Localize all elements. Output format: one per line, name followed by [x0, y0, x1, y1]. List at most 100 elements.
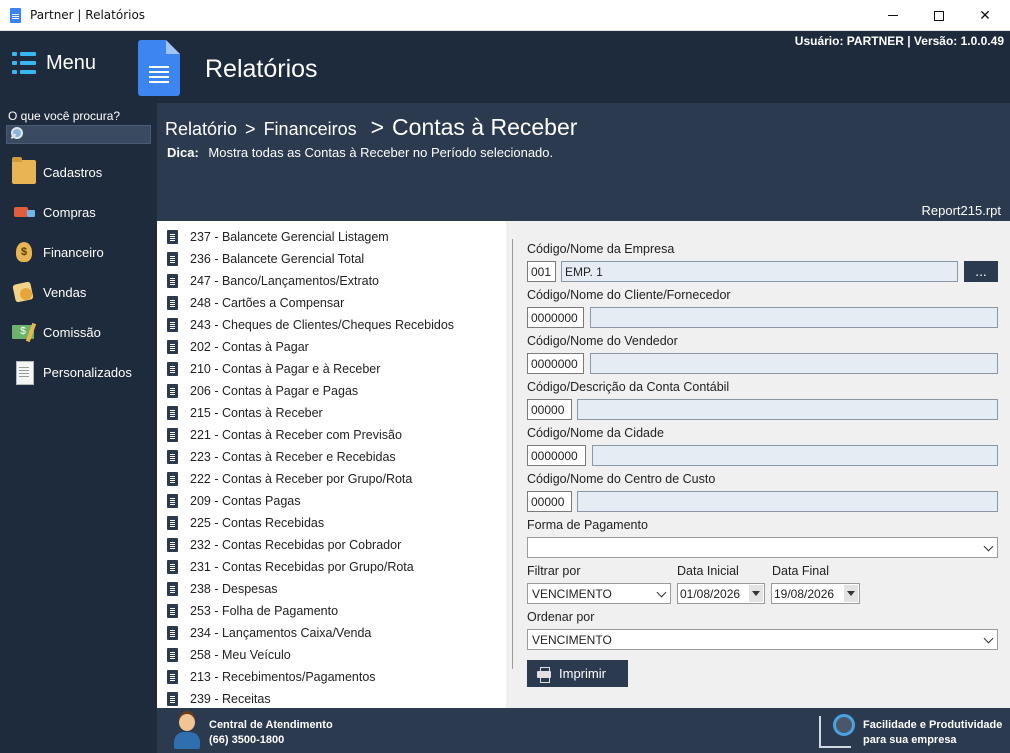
- list-item[interactable]: 222 - Contas à Receber por Grupo/Rota: [167, 468, 412, 490]
- data-final-label: Data Final: [772, 564, 829, 578]
- sidebar-item-personalizados[interactable]: Personalizados: [0, 355, 157, 389]
- report-label: 210 - Contas à Pagar e à Receber: [190, 362, 381, 376]
- divider: [512, 239, 513, 669]
- menu-label: Menu: [46, 51, 97, 74]
- breadcrumb: Relatório > Financeiros > Contas à Receb…: [165, 114, 577, 141]
- search-icon: [11, 127, 23, 139]
- data-inicial-label: Data Inicial: [677, 564, 739, 578]
- list-item[interactable]: 210 - Contas à Pagar e à Receber: [167, 358, 380, 380]
- list-item[interactable]: 247 - Banco/Lançamentos/Extrato: [167, 270, 379, 292]
- report-label: 247 - Banco/Lançamentos/Extrato: [190, 274, 380, 288]
- title-bar: Partner | Relatórios ✕: [0, 0, 1010, 31]
- vendedor-label: Código/Nome do Vendedor: [527, 334, 678, 348]
- list-item[interactable]: 232 - Contas Recebidas por Cobrador: [167, 534, 401, 556]
- vendedor-name-input[interactable]: [590, 353, 998, 374]
- centro-custo-name-input[interactable]: [577, 491, 998, 512]
- list-item[interactable]: 236 - Balancete Gerencial Total: [167, 248, 364, 270]
- breadcrumb-financeiros[interactable]: Financeiros: [264, 119, 357, 140]
- analytics-magnifier-icon: [819, 714, 857, 748]
- cliente-name-input[interactable]: [590, 307, 998, 328]
- cidade-name-input[interactable]: [592, 445, 998, 466]
- cliente-code-input[interactable]: 0000000: [527, 307, 584, 328]
- minimize-button[interactable]: [870, 0, 916, 31]
- list-item[interactable]: 234 - Lançamentos Caixa/Venda: [167, 622, 371, 644]
- slogan-line-2: para sua empresa: [863, 734, 957, 746]
- list-item[interactable]: 253 - Folha de Pagamento: [167, 600, 338, 622]
- list-item[interactable]: 239 - Receitas: [167, 688, 271, 708]
- search-input[interactable]: [6, 125, 151, 144]
- report-label: 234 - Lançamentos Caixa/Venda: [190, 626, 372, 640]
- list-item[interactable]: 248 - Cartões a Compensar: [167, 292, 344, 314]
- sidebar-item-label: Financeiro: [43, 244, 104, 260]
- list-item[interactable]: 237 - Balancete Gerencial Listagem: [167, 226, 389, 248]
- sidebar-item-label: Comissão: [43, 324, 101, 340]
- report-icon: [167, 560, 178, 574]
- cidade-label: Código/Nome da Cidade: [527, 426, 664, 440]
- report-label: 202 - Contas à Pagar: [190, 340, 309, 354]
- calendar-dropdown-icon[interactable]: [749, 585, 763, 602]
- report-icon: [167, 626, 178, 640]
- list-item[interactable]: 221 - Contas à Receber com Previsão: [167, 424, 402, 446]
- report-label: 221 - Contas à Receber com Previsão: [190, 428, 402, 442]
- chevron-down-icon: [656, 587, 667, 598]
- sidebar-item-comissao[interactable]: Comissão: [0, 315, 157, 349]
- empresa-code-input[interactable]: 001: [527, 261, 556, 282]
- sales-icon: [12, 280, 36, 304]
- pagamento-select[interactable]: [527, 537, 998, 558]
- report-icon: [167, 494, 178, 508]
- conta-code-input[interactable]: 00000: [527, 399, 572, 420]
- list-item[interactable]: 225 - Contas Recebidas: [167, 512, 324, 534]
- filtrar-select[interactable]: VENCIMENTO: [527, 583, 671, 604]
- data-final-picker[interactable]: 19/08/2026: [771, 583, 860, 604]
- empresa-name-input[interactable]: EMP. 1: [561, 261, 958, 282]
- calendar-dropdown-icon[interactable]: [844, 585, 858, 602]
- data-inicial-picker[interactable]: 01/08/2026: [677, 583, 765, 604]
- sidebar-item-cadastros[interactable]: Cadastros: [0, 155, 157, 189]
- sidebar-item-financeiro[interactable]: Financeiro: [0, 235, 157, 269]
- conta-name-input[interactable]: [577, 399, 998, 420]
- ordenar-value: VENCIMENTO: [532, 632, 612, 647]
- reports-document-icon: [138, 40, 180, 96]
- menu-list-icon: [12, 51, 36, 75]
- list-item[interactable]: 206 - Contas à Pagar e Pagas: [167, 380, 358, 402]
- ordenar-select[interactable]: VENCIMENTO: [527, 629, 998, 650]
- list-item[interactable]: 223 - Contas à Receber e Recebidas: [167, 446, 396, 468]
- list-item[interactable]: 243 - Cheques de Clientes/Cheques Recebi…: [167, 314, 454, 336]
- printer-icon: [537, 666, 551, 683]
- vendedor-code-input[interactable]: 0000000: [527, 353, 584, 374]
- report-file-name: Report215.rpt: [921, 203, 1002, 218]
- list-item[interactable]: 215 - Contas à Receber: [167, 402, 323, 424]
- empresa-browse-button[interactable]: ...: [964, 261, 998, 282]
- centro-custo-code-input[interactable]: 00000: [527, 491, 572, 512]
- report-icon: [167, 648, 178, 662]
- close-button[interactable]: ✕: [962, 0, 1008, 31]
- truck-icon: [12, 200, 36, 224]
- report-icon: [167, 252, 178, 266]
- support-info: Central de Atendimento (66) 3500-1800: [209, 718, 333, 748]
- slogan-line-1: Facilidade e Produtividade: [863, 719, 1003, 731]
- close-icon: ✕: [979, 7, 991, 24]
- report-label: 243 - Cheques de Clientes/Cheques Recebi…: [190, 318, 455, 332]
- ordenar-label: Ordenar por: [527, 610, 595, 624]
- sidebar-item-vendas[interactable]: Vendas: [0, 275, 157, 309]
- print-button[interactable]: Imprimir: [527, 660, 628, 687]
- cidade-code-input[interactable]: 0000000: [527, 445, 586, 466]
- list-item[interactable]: 258 - Meu Veículo: [167, 644, 291, 666]
- list-item[interactable]: 209 - Contas Pagas: [167, 490, 301, 512]
- filtrar-label: Filtrar por: [527, 564, 581, 578]
- report-label: 238 - Despesas: [190, 582, 278, 596]
- sidebar: O que você procura? Cadastros Compras Fi…: [0, 103, 157, 753]
- menu-button[interactable]: Menu: [12, 51, 96, 75]
- list-item[interactable]: 231 - Contas Recebidas por Grupo/Rota: [167, 556, 414, 578]
- report-icon: [167, 406, 178, 420]
- report-label: 232 - Contas Recebidas por Cobrador: [190, 538, 402, 552]
- sidebar-item-compras[interactable]: Compras: [0, 195, 157, 229]
- breadcrumb-relatorio[interactable]: Relatório: [165, 119, 237, 140]
- report-icon: [167, 274, 178, 288]
- maximize-button[interactable]: [916, 0, 962, 31]
- list-item[interactable]: 213 - Recebimentos/Pagamentos: [167, 666, 376, 688]
- print-label: Imprimir: [559, 666, 606, 681]
- list-item[interactable]: 202 - Contas à Pagar: [167, 336, 309, 358]
- window-title: Partner | Relatórios: [30, 8, 146, 22]
- list-item[interactable]: 238 - Despesas: [167, 578, 278, 600]
